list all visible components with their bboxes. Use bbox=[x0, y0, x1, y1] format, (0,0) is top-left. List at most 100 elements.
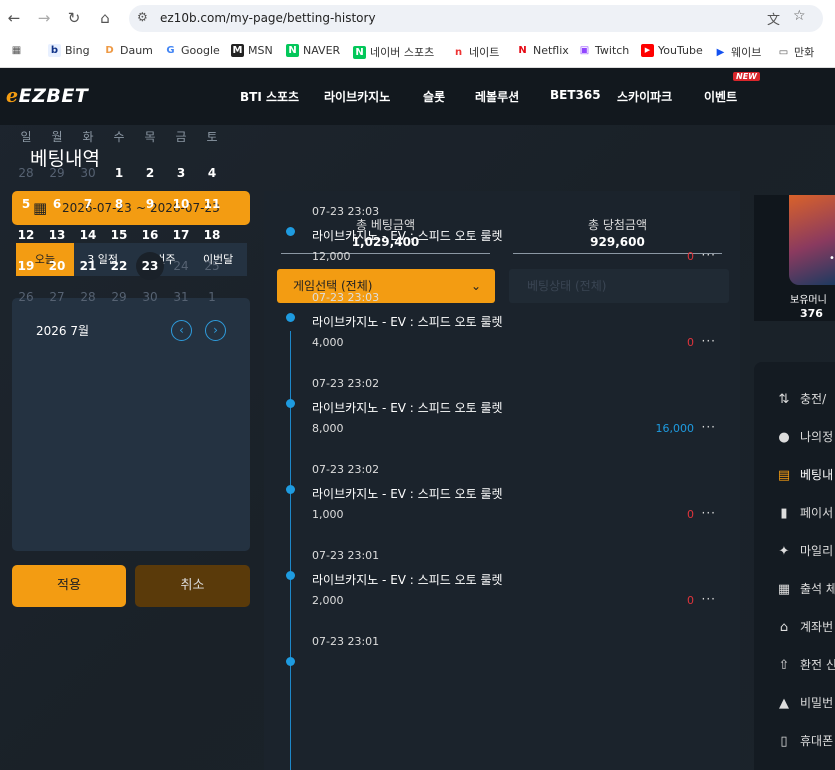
bookmark-msn[interactable]: M MSN bbox=[231, 44, 273, 57]
bookmark-youtube[interactable]: ▶ YouTube bbox=[641, 44, 703, 57]
calendar-day[interactable]: 2 bbox=[136, 162, 164, 184]
calendar-day[interactable]: 19 bbox=[12, 255, 40, 277]
history-item[interactable]: 07-23 23:01 라이브카지노 - EV : 스피드 오토 룰렛 2,000 0… bbox=[264, 543, 740, 629]
timeline-dot bbox=[286, 399, 295, 408]
translate-icon[interactable]: 文 bbox=[767, 9, 780, 28]
win-amount: 0 bbox=[687, 250, 694, 263]
site-info-icon[interactable]: ⚙ bbox=[137, 10, 148, 24]
mypage-menu-item[interactable]: ▮ 페이서 bbox=[776, 504, 835, 521]
calendar-day[interactable]: 29 bbox=[105, 286, 133, 308]
back-icon[interactable]: ← bbox=[4, 8, 24, 28]
calendar-day[interactable]: 8 bbox=[105, 193, 133, 215]
calendar-day[interactable]: 25 bbox=[198, 255, 226, 277]
win-amount: 0 bbox=[687, 336, 694, 349]
calendar-day[interactable]: 15 bbox=[105, 224, 133, 246]
bookmark-daum[interactable]: D Daum bbox=[103, 44, 153, 57]
calendar-day[interactable]: 31 bbox=[167, 286, 195, 308]
calendar-day[interactable]: 3 bbox=[167, 162, 195, 184]
mypage-menu: ⇅ 충전/ ● 나의정 ▤ 베팅내 ▮ 페이서 ✦ 마일리 ▦ 출석 체 ⌂ 계좌번 ⇧ 환전 신 ▲ 비밀번 ▯ 휴… bbox=[754, 362, 835, 770]
bookmark-google[interactable]: G Google bbox=[164, 44, 219, 57]
calendar-day[interactable]: 12 bbox=[12, 224, 40, 246]
nav-event[interactable]: 이벤트 bbox=[704, 88, 737, 105]
calendar-day[interactable]: 9 bbox=[136, 193, 164, 215]
calendar-day[interactable]: 30 bbox=[74, 162, 102, 184]
address-bar[interactable]: ⚙ ez10b.com/my-page/betting-history 文 ☆ bbox=[129, 5, 823, 32]
bet-amount: 1,000 bbox=[312, 508, 344, 521]
calendar-day[interactable]: 30 bbox=[136, 286, 164, 308]
mypage-menu-item[interactable]: ● 나의정 bbox=[776, 428, 835, 445]
mypage-menu-item[interactable]: ⇧ 환전 신 bbox=[776, 656, 835, 673]
calendar-day[interactable]: 5 bbox=[12, 193, 40, 215]
prev-month-icon[interactable]: ‹ bbox=[171, 320, 192, 341]
calendar-day[interactable]: 29 bbox=[43, 162, 71, 184]
bookmark-star-icon[interactable]: ☆ bbox=[793, 8, 806, 24]
nav-bti-sports[interactable]: BTI 스포츠 bbox=[240, 88, 299, 105]
calendar-day[interactable]: 1 bbox=[105, 162, 133, 184]
bookmark-folder[interactable]: ▭ 만화 bbox=[777, 44, 814, 60]
bookmark-bing[interactable]: b Bing bbox=[48, 44, 90, 57]
bookmark-naver-sports[interactable]: N 네이버 스포츠 bbox=[353, 44, 434, 60]
apps-icon[interactable]: ▦ bbox=[10, 44, 23, 57]
bookmark-wavve[interactable]: ▶ 웨이브 bbox=[714, 44, 762, 60]
weekday-label: 월 bbox=[51, 130, 63, 144]
nav-live-casino[interactable]: 라이브카지노 bbox=[324, 88, 390, 105]
nav-skypark[interactable]: 스카이파크 bbox=[617, 88, 672, 105]
home-icon[interactable]: ⌂ bbox=[95, 8, 115, 28]
mypage-menu-item[interactable]: ✦ 마일리 bbox=[776, 542, 835, 559]
mypage-menu-item[interactable]: ▤ 베팅내 bbox=[776, 466, 835, 483]
calendar-day[interactable]: 14 bbox=[74, 224, 102, 246]
bookmark-nate[interactable]: n 네이트 bbox=[452, 44, 499, 60]
calendar-day[interactable]: 13 bbox=[43, 224, 71, 246]
nav-revolution[interactable]: 레볼루션 bbox=[475, 88, 519, 105]
calendar-day[interactable]: 7 bbox=[74, 193, 102, 215]
deposit-icon: ⇅ bbox=[778, 392, 790, 407]
url-text[interactable]: ez10b.com/my-page/betting-history bbox=[160, 11, 376, 25]
calendar-day[interactable]: 16 bbox=[136, 224, 164, 246]
calendar-day[interactable]: 17 bbox=[167, 224, 195, 246]
more-options-icon[interactable]: ··· bbox=[702, 506, 716, 520]
history-item[interactable]: 07-23 23:02 라이브카지노 - EV : 스피드 오토 룰렛 8,000 1… bbox=[264, 371, 740, 457]
more-options-icon[interactable]: ··· bbox=[702, 334, 716, 348]
mypage-menu-item[interactable]: ▦ 출석 체 bbox=[776, 580, 835, 597]
weekday-label: 토 bbox=[206, 130, 218, 144]
calendar-day[interactable]: 1 bbox=[198, 286, 226, 308]
history-item[interactable]: 07-23 23:01 bbox=[264, 629, 740, 715]
calendar-day[interactable]: 6 bbox=[43, 193, 71, 215]
apply-button[interactable]: 적용 bbox=[12, 565, 126, 607]
bookmark-naver[interactable]: N NAVER bbox=[286, 44, 340, 57]
cancel-button[interactable]: 취소 bbox=[135, 565, 250, 607]
calendar-day[interactable]: 21 bbox=[74, 255, 102, 277]
forward-icon[interactable]: → bbox=[34, 8, 54, 28]
calendar-day[interactable]: 28 bbox=[74, 286, 102, 308]
nav-slot[interactable]: 슬롯 bbox=[423, 88, 445, 105]
calendar-day[interactable]: 22 bbox=[105, 255, 133, 277]
bet-time: 07-23 23:02 bbox=[312, 463, 380, 476]
mypage-menu-item[interactable]: ⇅ 충전/ bbox=[776, 390, 835, 407]
reload-icon[interactable]: ↻ bbox=[64, 8, 84, 28]
site-logo[interactable]: ℯEZBET bbox=[6, 85, 88, 107]
calendar-day[interactable]: 10 bbox=[167, 193, 195, 215]
nav-bet365[interactable]: BET365 bbox=[550, 88, 601, 102]
mypage-menu-item[interactable]: ▲ 비밀번 bbox=[776, 694, 835, 711]
calendar-day[interactable]: 20 bbox=[43, 255, 71, 277]
timeline-dot bbox=[286, 485, 295, 494]
more-options-icon[interactable]: ··· bbox=[702, 592, 716, 606]
bookmark-twitch[interactable]: ▣ Twitch bbox=[578, 44, 630, 57]
calendar-day[interactable]: 18 bbox=[198, 224, 226, 246]
calendar-day[interactable]: 11 bbox=[198, 193, 226, 215]
calendar-day[interactable]: 27 bbox=[43, 286, 71, 308]
calendar-day[interactable]: 4 bbox=[198, 162, 226, 184]
next-month-icon[interactable]: › bbox=[205, 320, 226, 341]
mypage-menu-item[interactable]: ▯ 휴대폰 bbox=[776, 732, 835, 749]
history-item[interactable]: 07-23 23:03 라이브카지노 - EV : 스피드 오토 룰렛 12,000… bbox=[264, 199, 740, 285]
calendar-day[interactable]: 24 bbox=[167, 255, 195, 277]
bookmark-netflix[interactable]: N Netflix bbox=[516, 44, 569, 57]
more-options-icon[interactable]: ··· bbox=[702, 248, 716, 262]
calendar-day[interactable]: 26 bbox=[12, 286, 40, 308]
calendar-day-selected[interactable]: 23 bbox=[136, 252, 164, 280]
history-item[interactable]: 07-23 23:03 라이브카지노 - EV : 스피드 오토 룰렛 4,000 0… bbox=[264, 285, 740, 371]
history-item[interactable]: 07-23 23:02 라이브카지노 - EV : 스피드 오토 룰렛 1,000 0… bbox=[264, 457, 740, 543]
mypage-menu-item[interactable]: ⌂ 계좌번 bbox=[776, 618, 835, 635]
calendar-day[interactable]: 28 bbox=[12, 162, 40, 184]
more-options-icon[interactable]: ··· bbox=[702, 420, 716, 434]
